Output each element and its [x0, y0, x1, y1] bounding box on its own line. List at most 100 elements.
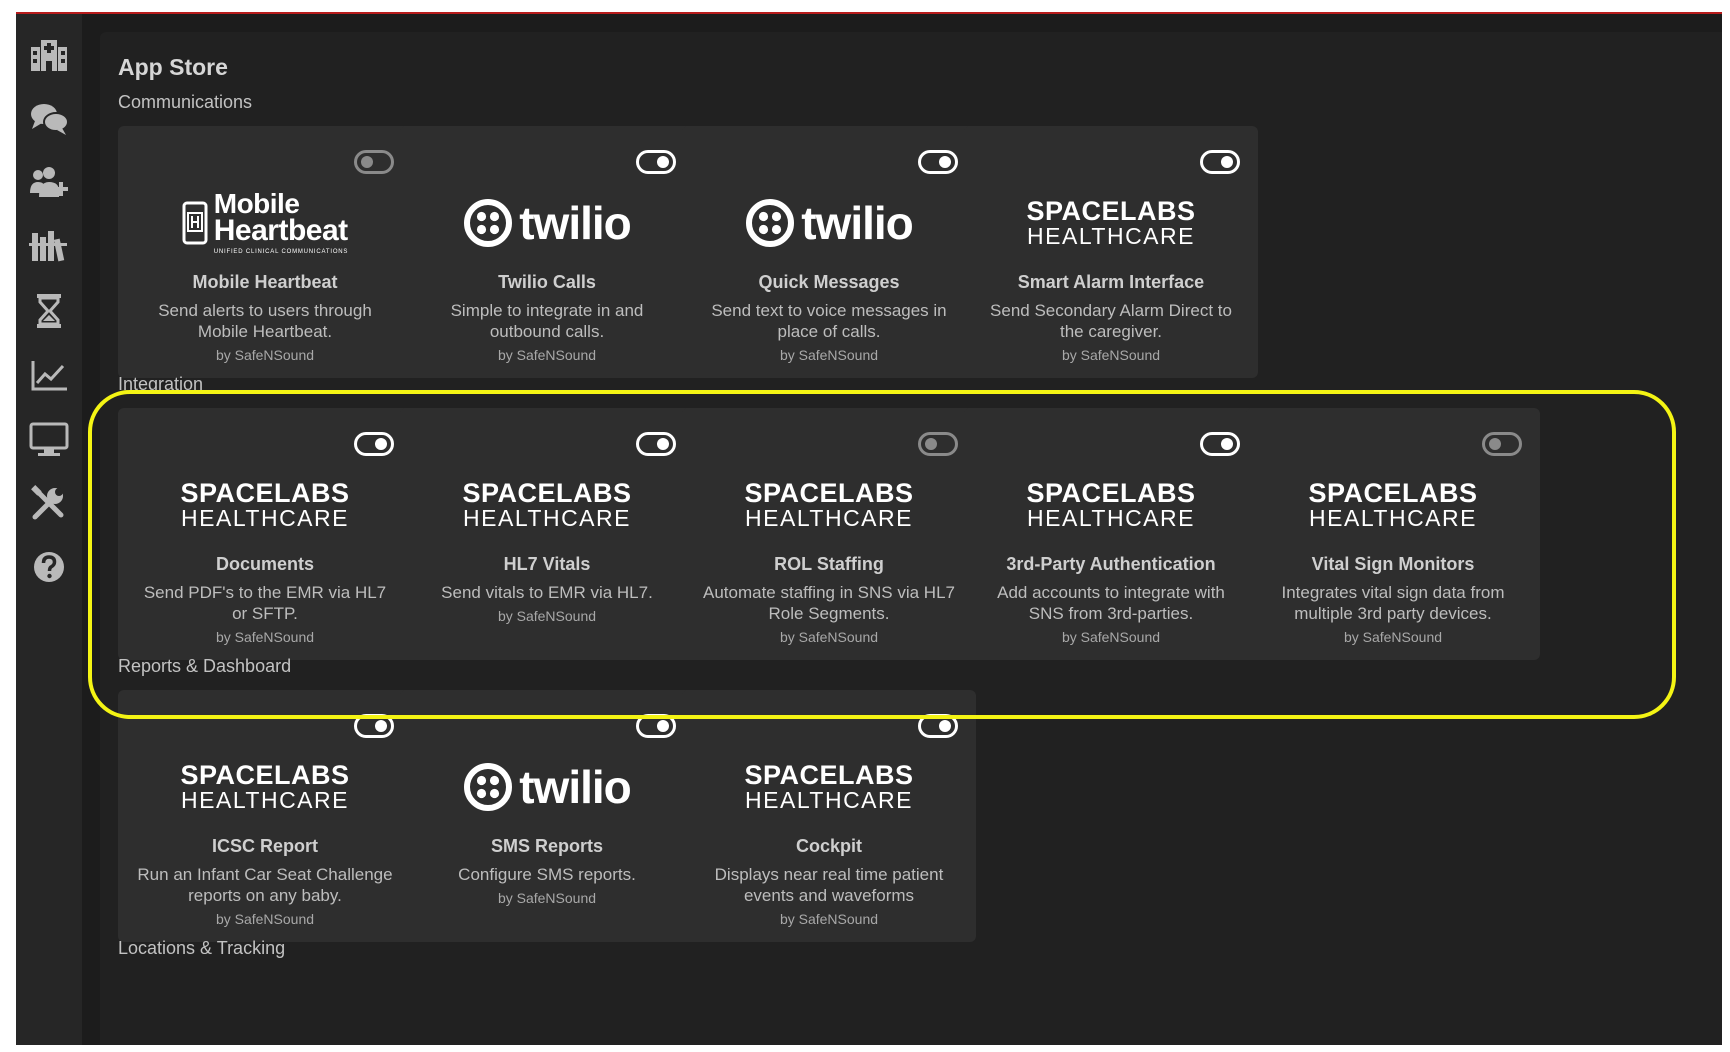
sidebar-item-reports[interactable] — [24, 350, 74, 400]
enable-toggle[interactable] — [354, 432, 394, 456]
app-card-twilio-calls[interactable]: twilio Twilio Calls Simple to integrate in… — [400, 126, 694, 378]
app-logo: twilio — [682, 192, 976, 254]
spacelabs-logo: SPACELABS HEALTHCARE — [180, 760, 350, 813]
app-logo: SPACELABS HEALTHCARE — [118, 756, 412, 818]
toggle-knob — [361, 156, 373, 168]
section-label-communications: Communications — [118, 92, 253, 112]
sidebar-item-displays[interactable] — [24, 414, 74, 464]
sidebar-item-messages[interactable] — [24, 94, 74, 144]
spacelabs-logo: SPACELABS HEALTHCARE — [462, 478, 632, 531]
twilio-logo: twilio — [745, 196, 914, 250]
sidebar-item-facilities[interactable] — [24, 30, 74, 80]
app-card-mobile-heartbeat[interactable]: Mobile Heartbeat UNIFIED CLINICAL COMMUNIC… — [118, 126, 412, 378]
app-description-block: Send PDF's to the EMR via HL7 or SFTP. by… — [134, 582, 396, 648]
toggle-knob — [925, 438, 937, 450]
top-accent-bar — [16, 12, 1722, 14]
sidebar — [16, 14, 82, 1045]
app-card-smart-alarm-interface[interactable]: SPACELABS HEALTHCARE Smart Alarm Interface… — [964, 126, 1258, 378]
monitor-icon — [29, 422, 69, 456]
mobile-heartbeat-logo: Mobile Heartbeat UNIFIED CLINICAL COMMUNIC… — [182, 189, 348, 256]
app-author: by SafeNSound — [779, 911, 879, 927]
enable-toggle[interactable] — [918, 714, 958, 738]
app-window: App Store Communications Mobile Heartbeat U… — [16, 12, 1722, 1045]
enable-toggle[interactable] — [918, 150, 958, 174]
main-content: App Store Communications Mobile Heartbeat U… — [100, 32, 1722, 1045]
enable-toggle[interactable] — [636, 150, 676, 174]
chat-icon — [31, 104, 69, 135]
sidebar-item-users[interactable] — [24, 158, 74, 208]
toggle-knob — [939, 720, 951, 732]
app-logo: SPACELABS HEALTHCARE — [964, 474, 1258, 536]
enable-toggle[interactable] — [918, 432, 958, 456]
app-description-block: Send text to voice messages in place of … — [698, 300, 960, 366]
app-description: Run an Infant Car Seat Challenge reports… — [137, 865, 393, 905]
spacelabs-logo: SPACELABS HEALTHCARE — [1026, 196, 1196, 249]
phone-h-icon — [182, 201, 208, 245]
app-author: by SafeNSound — [215, 911, 315, 927]
toggle-knob — [657, 438, 669, 450]
help-icon — [34, 552, 64, 582]
spacelabs-logo: SPACELABS HEALTHCARE — [1308, 478, 1478, 531]
app-card-rol-staffing[interactable]: SPACELABS HEALTHCARE ROL Staffing Automate … — [682, 408, 976, 660]
app-card-documents[interactable]: SPACELABS HEALTHCARE Documents Send PDF's t… — [118, 408, 412, 660]
app-description: Integrates vital sign data from multiple… — [1281, 583, 1505, 623]
app-title: ROL Staffing — [774, 554, 884, 574]
section-label-locations-tracking: Locations & Tracking — [118, 938, 286, 958]
enable-toggle[interactable] — [1200, 150, 1240, 174]
app-card-vital-sign-monitors[interactable]: SPACELABS HEALTHCARE Vital Sign Monitors In… — [1246, 408, 1540, 660]
enable-toggle[interactable] — [354, 150, 394, 174]
app-card-3rd-party-authentication[interactable]: SPACELABS HEALTHCARE 3rd-Party Authenticat… — [964, 408, 1258, 660]
app-card-sms-reports[interactable]: twilio SMS Reports Configure SMS reports. b… — [400, 690, 694, 942]
tools-icon — [31, 485, 64, 520]
app-author: by SafeNSound — [779, 629, 879, 645]
app-description: Configure SMS reports. — [458, 865, 636, 884]
sidebar-item-tools[interactable] — [24, 478, 74, 528]
enable-toggle[interactable] — [1200, 432, 1240, 456]
app-author: by SafeNSound — [1061, 347, 1161, 363]
app-title: ICSC Report — [211, 836, 318, 856]
enable-toggle[interactable] — [636, 432, 676, 456]
app-description-block: Displays near real time patient events a… — [698, 864, 960, 930]
chart-icon — [31, 361, 67, 391]
enable-toggle[interactable] — [636, 714, 676, 738]
enable-toggle[interactable] — [354, 714, 394, 738]
app-description: Send Secondary Alarm Direct to the careg… — [990, 301, 1232, 341]
hospital-icon — [31, 40, 67, 71]
app-card-hl7-vitals[interactable]: SPACELABS HEALTHCARE HL7 Vitals Send vitals… — [400, 408, 694, 660]
sidebar-item-library[interactable] — [24, 222, 74, 272]
toggle-knob — [375, 720, 387, 732]
app-logo: SPACELABS HEALTHCARE — [682, 756, 976, 818]
users-icon — [30, 167, 68, 197]
twilio-logo: twilio — [463, 760, 632, 814]
app-description-block: Integrates vital sign data from multiple… — [1262, 582, 1524, 648]
app-description-block: Send Secondary Alarm Direct to the careg… — [980, 300, 1242, 366]
app-author: by SafeNSound — [497, 890, 597, 906]
app-author: by SafeNSound — [1061, 629, 1161, 645]
app-description: Send alerts to users through Mobile Hear… — [158, 301, 372, 341]
spacelabs-logo: SPACELABS HEALTHCARE — [1026, 478, 1196, 531]
app-logo: SPACELABS HEALTHCARE — [400, 474, 694, 536]
app-title: Twilio Calls — [498, 272, 596, 292]
app-author: by SafeNSound — [215, 347, 315, 363]
enable-toggle[interactable] — [1482, 432, 1522, 456]
twilio-mark-icon — [746, 199, 795, 247]
spacelabs-logo: SPACELABS HEALTHCARE — [744, 760, 914, 813]
spacelabs-logo: SPACELABS HEALTHCARE — [180, 478, 350, 531]
section-label-integration: Integration — [118, 374, 204, 394]
app-title: HL7 Vitals — [503, 554, 591, 574]
app-title: Smart Alarm Interface — [1017, 272, 1205, 292]
app-card-cockpit[interactable]: SPACELABS HEALTHCARE Cockpit Displays near … — [682, 690, 976, 942]
hourglass-icon — [37, 294, 61, 328]
library-icon — [29, 231, 67, 262]
app-card-icsc-report[interactable]: SPACELABS HEALTHCARE ICSC Report Run an Inf… — [118, 690, 412, 942]
app-title: Documents — [215, 554, 314, 574]
sidebar-item-help[interactable] — [24, 542, 74, 592]
app-author: by SafeNSound — [497, 608, 597, 624]
sidebar-item-timers[interactable] — [24, 286, 74, 336]
toggle-knob — [1221, 156, 1233, 168]
app-author: by SafeNSound — [497, 347, 597, 363]
app-logo: SPACELABS HEALTHCARE — [682, 474, 976, 536]
app-title: Cockpit — [795, 836, 862, 856]
app-description: Send vitals to EMR via HL7. — [441, 583, 653, 602]
app-card-quick-messages[interactable]: twilio Quick Messages Send text to voice m… — [682, 126, 976, 378]
